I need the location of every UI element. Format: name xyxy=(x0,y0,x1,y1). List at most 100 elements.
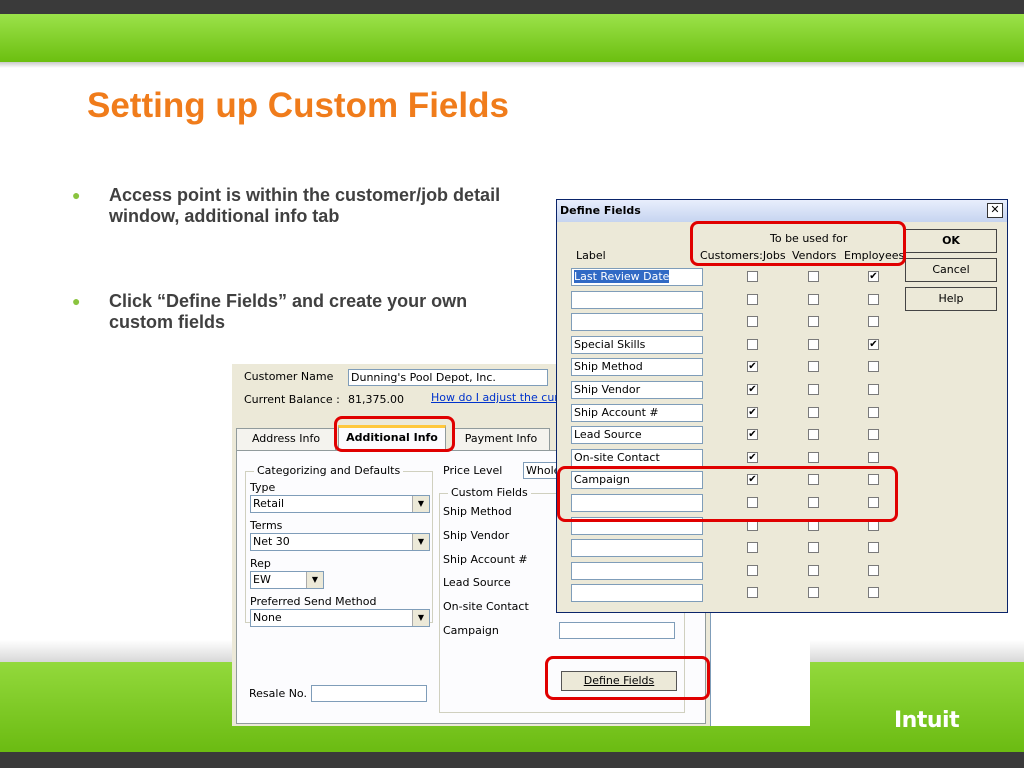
price-level-label: Price Level xyxy=(443,464,503,477)
employees-checkbox[interactable] xyxy=(868,384,879,395)
type-value: Retail xyxy=(253,497,285,510)
top-dark-bar xyxy=(0,0,1024,14)
field-label-input[interactable]: Lead Source xyxy=(571,426,703,444)
customer-name-label: Customer Name xyxy=(244,370,334,383)
highlight-additional-info xyxy=(334,416,455,452)
slide-title: Setting up Custom Fields xyxy=(87,86,509,125)
rep-label: Rep xyxy=(250,557,271,570)
vendors-checkbox[interactable] xyxy=(808,384,819,395)
type-label: Type xyxy=(250,481,276,494)
tab-payment-info[interactable]: Payment Info xyxy=(452,428,550,450)
customers-checkbox[interactable] xyxy=(747,271,758,282)
custom-field-label: Ship Account # xyxy=(443,553,528,566)
customers-checkbox[interactable]: ✔ xyxy=(747,429,758,440)
vendors-checkbox[interactable] xyxy=(808,429,819,440)
vendors-checkbox[interactable] xyxy=(808,565,819,576)
customers-checkbox[interactable] xyxy=(747,587,758,598)
close-icon[interactable]: ✕ xyxy=(987,203,1003,218)
vendors-checkbox[interactable] xyxy=(808,407,819,418)
resale-label: Resale No. xyxy=(249,687,307,700)
send-method-select[interactable]: None ▼ xyxy=(250,609,430,627)
customers-checkbox[interactable] xyxy=(747,565,758,576)
customers-checkbox[interactable]: ✔ xyxy=(747,407,758,418)
customers-checkbox[interactable] xyxy=(747,316,758,327)
terms-select[interactable]: Net 30 ▼ xyxy=(250,533,430,551)
vendors-checkbox[interactable] xyxy=(808,294,819,305)
vendors-checkbox[interactable] xyxy=(808,361,819,372)
bottom-dark-bar xyxy=(0,752,1024,768)
field-label-input[interactable] xyxy=(571,584,703,602)
field-label-input[interactable] xyxy=(571,539,703,557)
top-green-band xyxy=(0,14,1024,62)
customers-checkbox[interactable]: ✔ xyxy=(747,361,758,372)
vendors-checkbox[interactable] xyxy=(808,542,819,553)
vendors-checkbox[interactable] xyxy=(808,339,819,350)
field-label-input[interactable] xyxy=(571,291,703,309)
employees-checkbox[interactable] xyxy=(868,565,879,576)
send-method-label: Preferred Send Method xyxy=(250,595,377,608)
vendors-checkbox[interactable] xyxy=(808,271,819,282)
chevron-down-icon[interactable]: ▼ xyxy=(412,610,429,626)
top-shadow xyxy=(0,62,1024,68)
employees-checkbox[interactable] xyxy=(868,429,879,440)
field-label-input[interactable] xyxy=(571,562,703,580)
dialog-title: Define Fields xyxy=(560,204,641,217)
chevron-down-icon[interactable]: ▼ xyxy=(412,496,429,512)
balance-label: Current Balance : xyxy=(244,393,340,406)
employees-checkbox[interactable]: ✔ xyxy=(868,271,879,282)
bullet-text: Click “Define Fields” and create your ow… xyxy=(109,291,468,332)
group-label: Custom Fields xyxy=(448,486,531,499)
customers-checkbox[interactable] xyxy=(747,294,758,305)
intuit-logo: Intuit xyxy=(894,708,960,733)
customers-checkbox[interactable]: ✔ xyxy=(747,452,758,463)
customers-checkbox[interactable]: ✔ xyxy=(747,384,758,395)
field-label-text: Ship Method xyxy=(574,360,643,373)
terms-label: Terms xyxy=(250,519,283,532)
terms-value: Net 30 xyxy=(253,535,290,548)
custom-field-label: On-site Contact xyxy=(443,600,529,613)
balance-value: 81,375.00 xyxy=(348,393,404,406)
bullet-dot-icon: ● xyxy=(72,293,81,309)
field-label-input[interactable]: On-site Contact xyxy=(571,449,703,467)
employees-checkbox[interactable] xyxy=(868,294,879,305)
field-label-input[interactable]: Ship Vendor xyxy=(571,381,703,399)
adjust-balance-link[interactable]: How do I adjust the curr xyxy=(431,391,563,404)
field-label-text: Ship Account # xyxy=(574,406,659,419)
employees-checkbox[interactable] xyxy=(868,587,879,598)
field-label-input[interactable] xyxy=(571,313,703,331)
bullet-dot-icon: ● xyxy=(72,187,81,203)
field-label-input[interactable]: Special Skills xyxy=(571,336,703,354)
field-label-input[interactable]: Ship Method xyxy=(571,358,703,376)
customers-checkbox[interactable] xyxy=(747,542,758,553)
customers-checkbox[interactable] xyxy=(747,339,758,350)
employees-checkbox[interactable] xyxy=(868,316,879,327)
field-label-input[interactable]: Last Review Date xyxy=(571,268,703,286)
campaign-input[interactable] xyxy=(559,622,675,639)
help-button[interactable]: Help xyxy=(905,287,997,311)
bullet-text: Access point is within the customer/job … xyxy=(109,185,501,226)
employees-checkbox[interactable] xyxy=(868,407,879,418)
chevron-down-icon[interactable]: ▼ xyxy=(412,534,429,550)
tab-address-info[interactable]: Address Info xyxy=(236,428,336,450)
vendors-checkbox[interactable] xyxy=(808,316,819,327)
employees-checkbox[interactable] xyxy=(868,542,879,553)
type-select[interactable]: Retail ▼ xyxy=(250,495,430,513)
customer-name-field[interactable]: Dunning's Pool Depot, Inc. xyxy=(348,369,548,386)
employees-checkbox[interactable] xyxy=(868,452,879,463)
employees-checkbox[interactable] xyxy=(868,361,879,372)
custom-field-label: Campaign xyxy=(443,624,499,637)
field-label-input[interactable]: Ship Account # xyxy=(571,404,703,422)
group-label: Categorizing and Defaults xyxy=(254,464,404,477)
employees-checkbox[interactable]: ✔ xyxy=(868,339,879,350)
chevron-down-icon[interactable]: ▼ xyxy=(306,572,323,588)
vendors-checkbox[interactable] xyxy=(808,452,819,463)
label-header: Label xyxy=(576,249,606,262)
custom-field-label: Ship Method xyxy=(443,505,512,518)
vendors-checkbox[interactable] xyxy=(808,587,819,598)
cancel-button[interactable]: Cancel xyxy=(905,258,997,282)
ok-button[interactable]: OK xyxy=(905,229,997,253)
rep-select[interactable]: EW ▼ xyxy=(250,571,324,589)
resale-input[interactable] xyxy=(311,685,427,702)
field-label-text: On-site Contact xyxy=(574,451,660,464)
field-label-text: Last Review Date xyxy=(574,270,670,283)
